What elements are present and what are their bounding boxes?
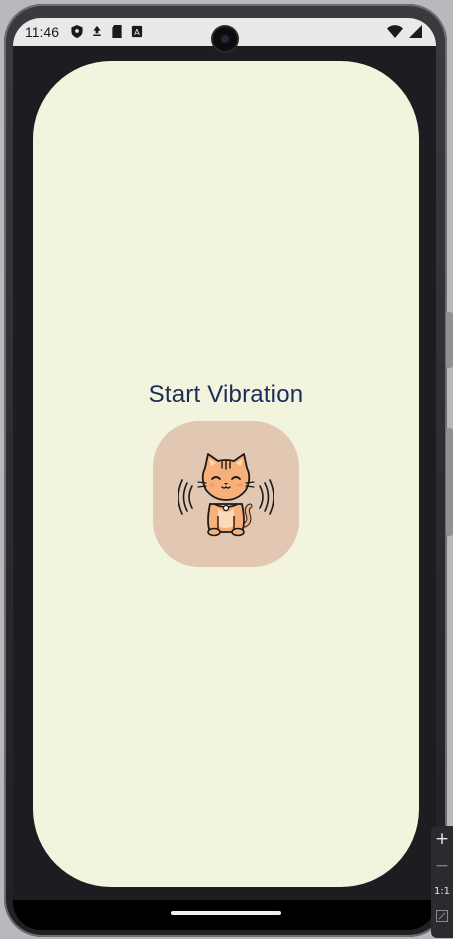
keyboard-a-icon: A xyxy=(131,25,143,38)
status-left-icons: A xyxy=(71,25,143,38)
signal-icon xyxy=(409,25,422,38)
data-saver-icon xyxy=(93,25,101,36)
fit-screen-icon[interactable] xyxy=(436,910,448,922)
app-surface: Start Vibration xyxy=(33,61,419,887)
front-camera xyxy=(213,27,237,51)
vibrate-button[interactable] xyxy=(153,421,299,567)
zoom-in-button[interactable]: + xyxy=(431,829,453,849)
vibrating-cat-icon xyxy=(178,453,274,537)
sd-card-icon xyxy=(112,25,122,38)
shield-icon xyxy=(71,25,83,38)
svg-text:A: A xyxy=(134,27,140,37)
status-time: 11:46 xyxy=(25,24,59,40)
zoom-out-button[interactable]: − xyxy=(431,856,453,876)
status-right-icons xyxy=(387,25,422,38)
start-vibration-title: Start Vibration xyxy=(148,381,304,408)
actual-size-button[interactable]: 1:1 xyxy=(431,886,453,897)
navigation-bar xyxy=(13,900,436,930)
wifi-icon xyxy=(387,25,403,38)
device-screen: 11:46 A Start Vibration xyxy=(13,18,436,930)
side-power-button xyxy=(446,428,453,536)
emulator-zoom-panel: + − 1:1 xyxy=(431,826,453,938)
home-gesture-handle[interactable] xyxy=(171,911,281,915)
side-volume-button xyxy=(446,312,453,368)
